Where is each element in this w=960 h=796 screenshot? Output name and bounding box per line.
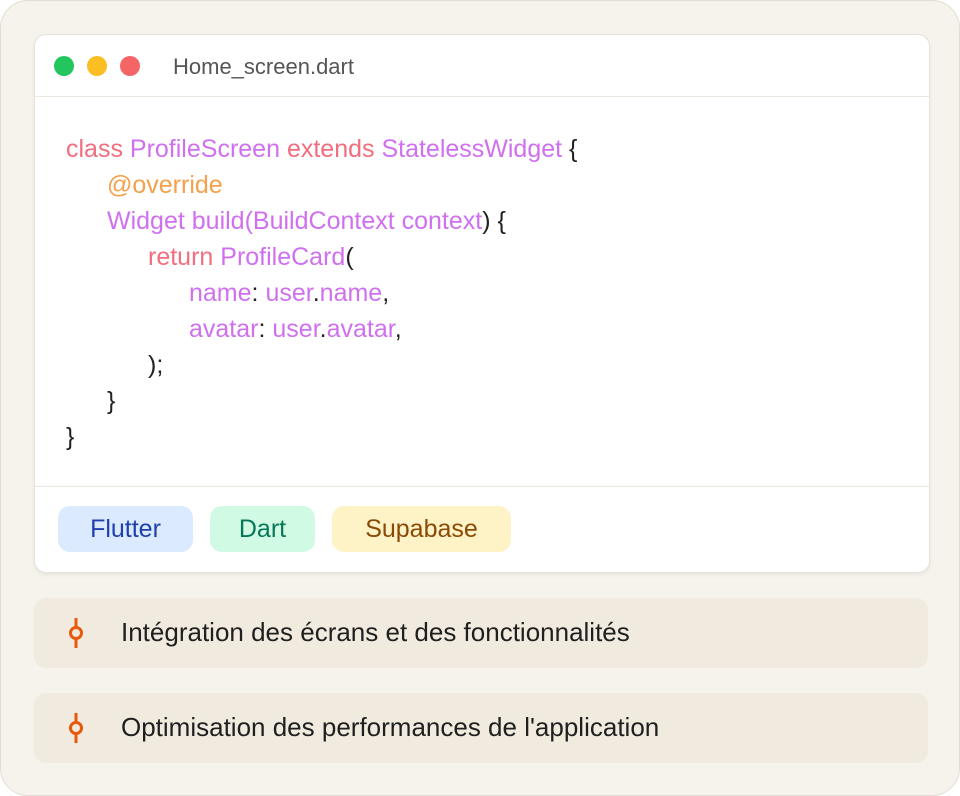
code-block: class ProfileScreen extends StatelessWid… — [66, 131, 577, 455]
window-yellow-dot[interactable] — [87, 56, 107, 76]
code-token: class — [66, 135, 130, 163]
code-token: . — [319, 315, 327, 343]
code-token: name — [319, 279, 383, 307]
code-token: user — [272, 315, 320, 343]
code-token: } — [107, 387, 116, 415]
code-token: ProfileCard — [220, 243, 346, 271]
code-token: BuildContext — [252, 207, 402, 235]
code-token: . — [312, 279, 320, 307]
card-frame: Home_screen.dart class ProfileScreen ext… — [0, 0, 960, 796]
code-token: ( — [345, 243, 354, 271]
code-token: build — [191, 207, 245, 235]
feature-item: Intégration des écrans et des fonctionna… — [34, 598, 928, 668]
code-line: @override — [66, 167, 577, 203]
code-token: ); — [148, 351, 164, 379]
tag-bar: Flutter Dart Supabase — [35, 486, 929, 572]
code-token: Widget — [107, 207, 192, 235]
code-token: } — [66, 423, 75, 451]
code-token: { — [562, 135, 578, 163]
code-token: ( — [244, 207, 253, 235]
code-token: user — [265, 279, 313, 307]
code-line: } — [66, 383, 577, 419]
commit-icon — [69, 713, 83, 743]
tag-flutter: Flutter — [58, 506, 193, 552]
code-token: @override — [107, 171, 223, 199]
window-titlebar: Home_screen.dart — [35, 35, 929, 97]
code-line: avatar: user.avatar, — [66, 311, 577, 347]
code-token: ProfileScreen — [129, 135, 287, 163]
code-token: context — [401, 207, 483, 235]
window-green-dot[interactable] — [54, 56, 74, 76]
code-token: name — [189, 279, 252, 307]
code-token: avatar — [189, 315, 259, 343]
code-token: : — [258, 315, 273, 343]
code-line: } — [66, 419, 577, 455]
code-line: ); — [66, 347, 577, 383]
file-name: Home_screen.dart — [173, 54, 354, 79]
code-line: class ProfileScreen extends StatelessWid… — [66, 131, 577, 167]
window-red-dot[interactable] — [120, 56, 140, 76]
code-token: StatelessWidget — [381, 135, 563, 163]
code-token: , — [394, 315, 402, 343]
code-token: , — [382, 279, 390, 307]
feature-item: Optimisation des performances de l'appli… — [34, 693, 928, 763]
code-line: return ProfileCard( — [66, 239, 577, 275]
code-token: extends — [286, 135, 382, 163]
commit-icon — [69, 618, 83, 648]
code-line: name: user.name, — [66, 275, 577, 311]
code-token: return — [148, 243, 221, 271]
code-token: ) { — [482, 207, 506, 235]
tag-supabase: Supabase — [332, 506, 511, 552]
code-token: avatar — [326, 315, 395, 343]
code-token: : — [251, 279, 266, 307]
feature-item-label: Optimisation des performances de l'appli… — [121, 712, 660, 742]
feature-item-label: Intégration des écrans et des fonctionna… — [121, 617, 630, 647]
code-line: Widget build(BuildContext context) { — [66, 203, 577, 239]
code-window: Home_screen.dart class ProfileScreen ext… — [34, 34, 930, 573]
tag-dart: Dart — [210, 506, 315, 552]
